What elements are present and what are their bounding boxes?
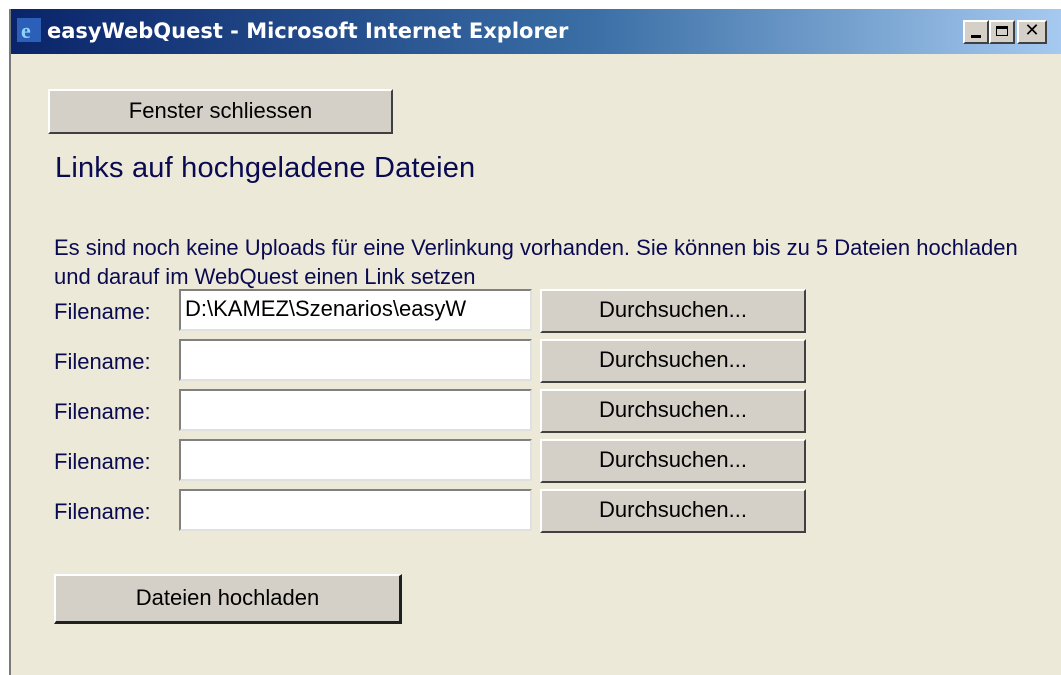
close-window-button[interactable]: Fenster schliessen <box>48 89 393 134</box>
browser-window: e easyWebQuest - Microsoft Internet Expl… <box>9 9 1061 675</box>
upload-files-button[interactable]: Dateien hochladen <box>54 574 402 624</box>
browse-button[interactable]: Durchsuchen... <box>540 439 806 483</box>
filename-input[interactable] <box>179 389 532 431</box>
filename-label: Filename: <box>54 499 151 524</box>
filename-input[interactable] <box>179 339 532 381</box>
browse-button[interactable]: Durchsuchen... <box>540 389 806 433</box>
filename-label: Filename: <box>54 449 151 474</box>
browse-button[interactable]: Durchsuchen... <box>540 289 806 333</box>
page-content: Fenster schliessen Links auf hochgeladen… <box>11 54 1061 675</box>
maximize-icon <box>996 26 1008 36</box>
close-window-x-button[interactable]: ✕ <box>1017 20 1047 44</box>
filename-input[interactable] <box>179 489 532 531</box>
minimize-icon <box>971 35 981 38</box>
filename-label: Filename: <box>54 399 151 424</box>
window-title: easyWebQuest - Microsoft Internet Explor… <box>47 19 569 43</box>
browse-button[interactable]: Durchsuchen... <box>540 339 806 383</box>
filename-label: Filename: <box>54 299 151 324</box>
internet-explorer-icon: e <box>17 18 41 43</box>
maximize-button[interactable] <box>989 20 1015 44</box>
browse-button[interactable]: Durchsuchen... <box>540 489 806 533</box>
filename-label: Filename: <box>54 349 151 374</box>
filename-input[interactable]: D:\KAMEZ\Szenarios\easyW <box>179 289 532 331</box>
filename-input[interactable] <box>179 439 532 481</box>
info-text: Es sind noch keine Uploads für eine Verl… <box>54 235 1018 289</box>
minimize-button[interactable] <box>963 20 989 44</box>
page-title: Links auf hochgeladene Dateien <box>55 152 476 184</box>
svg-text:e: e <box>21 18 31 42</box>
title-bar[interactable]: e easyWebQuest - Microsoft Internet Expl… <box>11 9 1061 54</box>
close-icon: ✕ <box>1024 20 1040 41</box>
